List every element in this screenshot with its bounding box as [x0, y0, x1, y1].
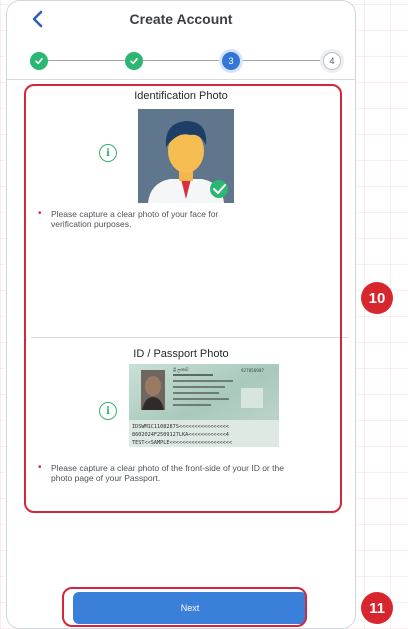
annotation-badge-10: 10	[361, 282, 393, 314]
page-title: Create Account	[129, 11, 233, 27]
progress-stepper: 3 4	[7, 43, 355, 80]
step-3: 3	[222, 52, 240, 70]
step-1	[30, 52, 48, 70]
photo-sections-highlight	[24, 84, 342, 513]
step-2	[125, 52, 143, 70]
check-icon	[130, 58, 138, 65]
next-button-highlight	[62, 587, 307, 627]
step-4: 4	[323, 52, 341, 70]
header: Create Account	[7, 1, 355, 37]
annotation-badge-11: 11	[361, 592, 393, 624]
stepper-divider	[7, 79, 355, 80]
step-connector	[43, 60, 125, 61]
check-icon	[35, 58, 43, 65]
step-connector	[143, 60, 222, 61]
step-connector	[240, 60, 323, 61]
